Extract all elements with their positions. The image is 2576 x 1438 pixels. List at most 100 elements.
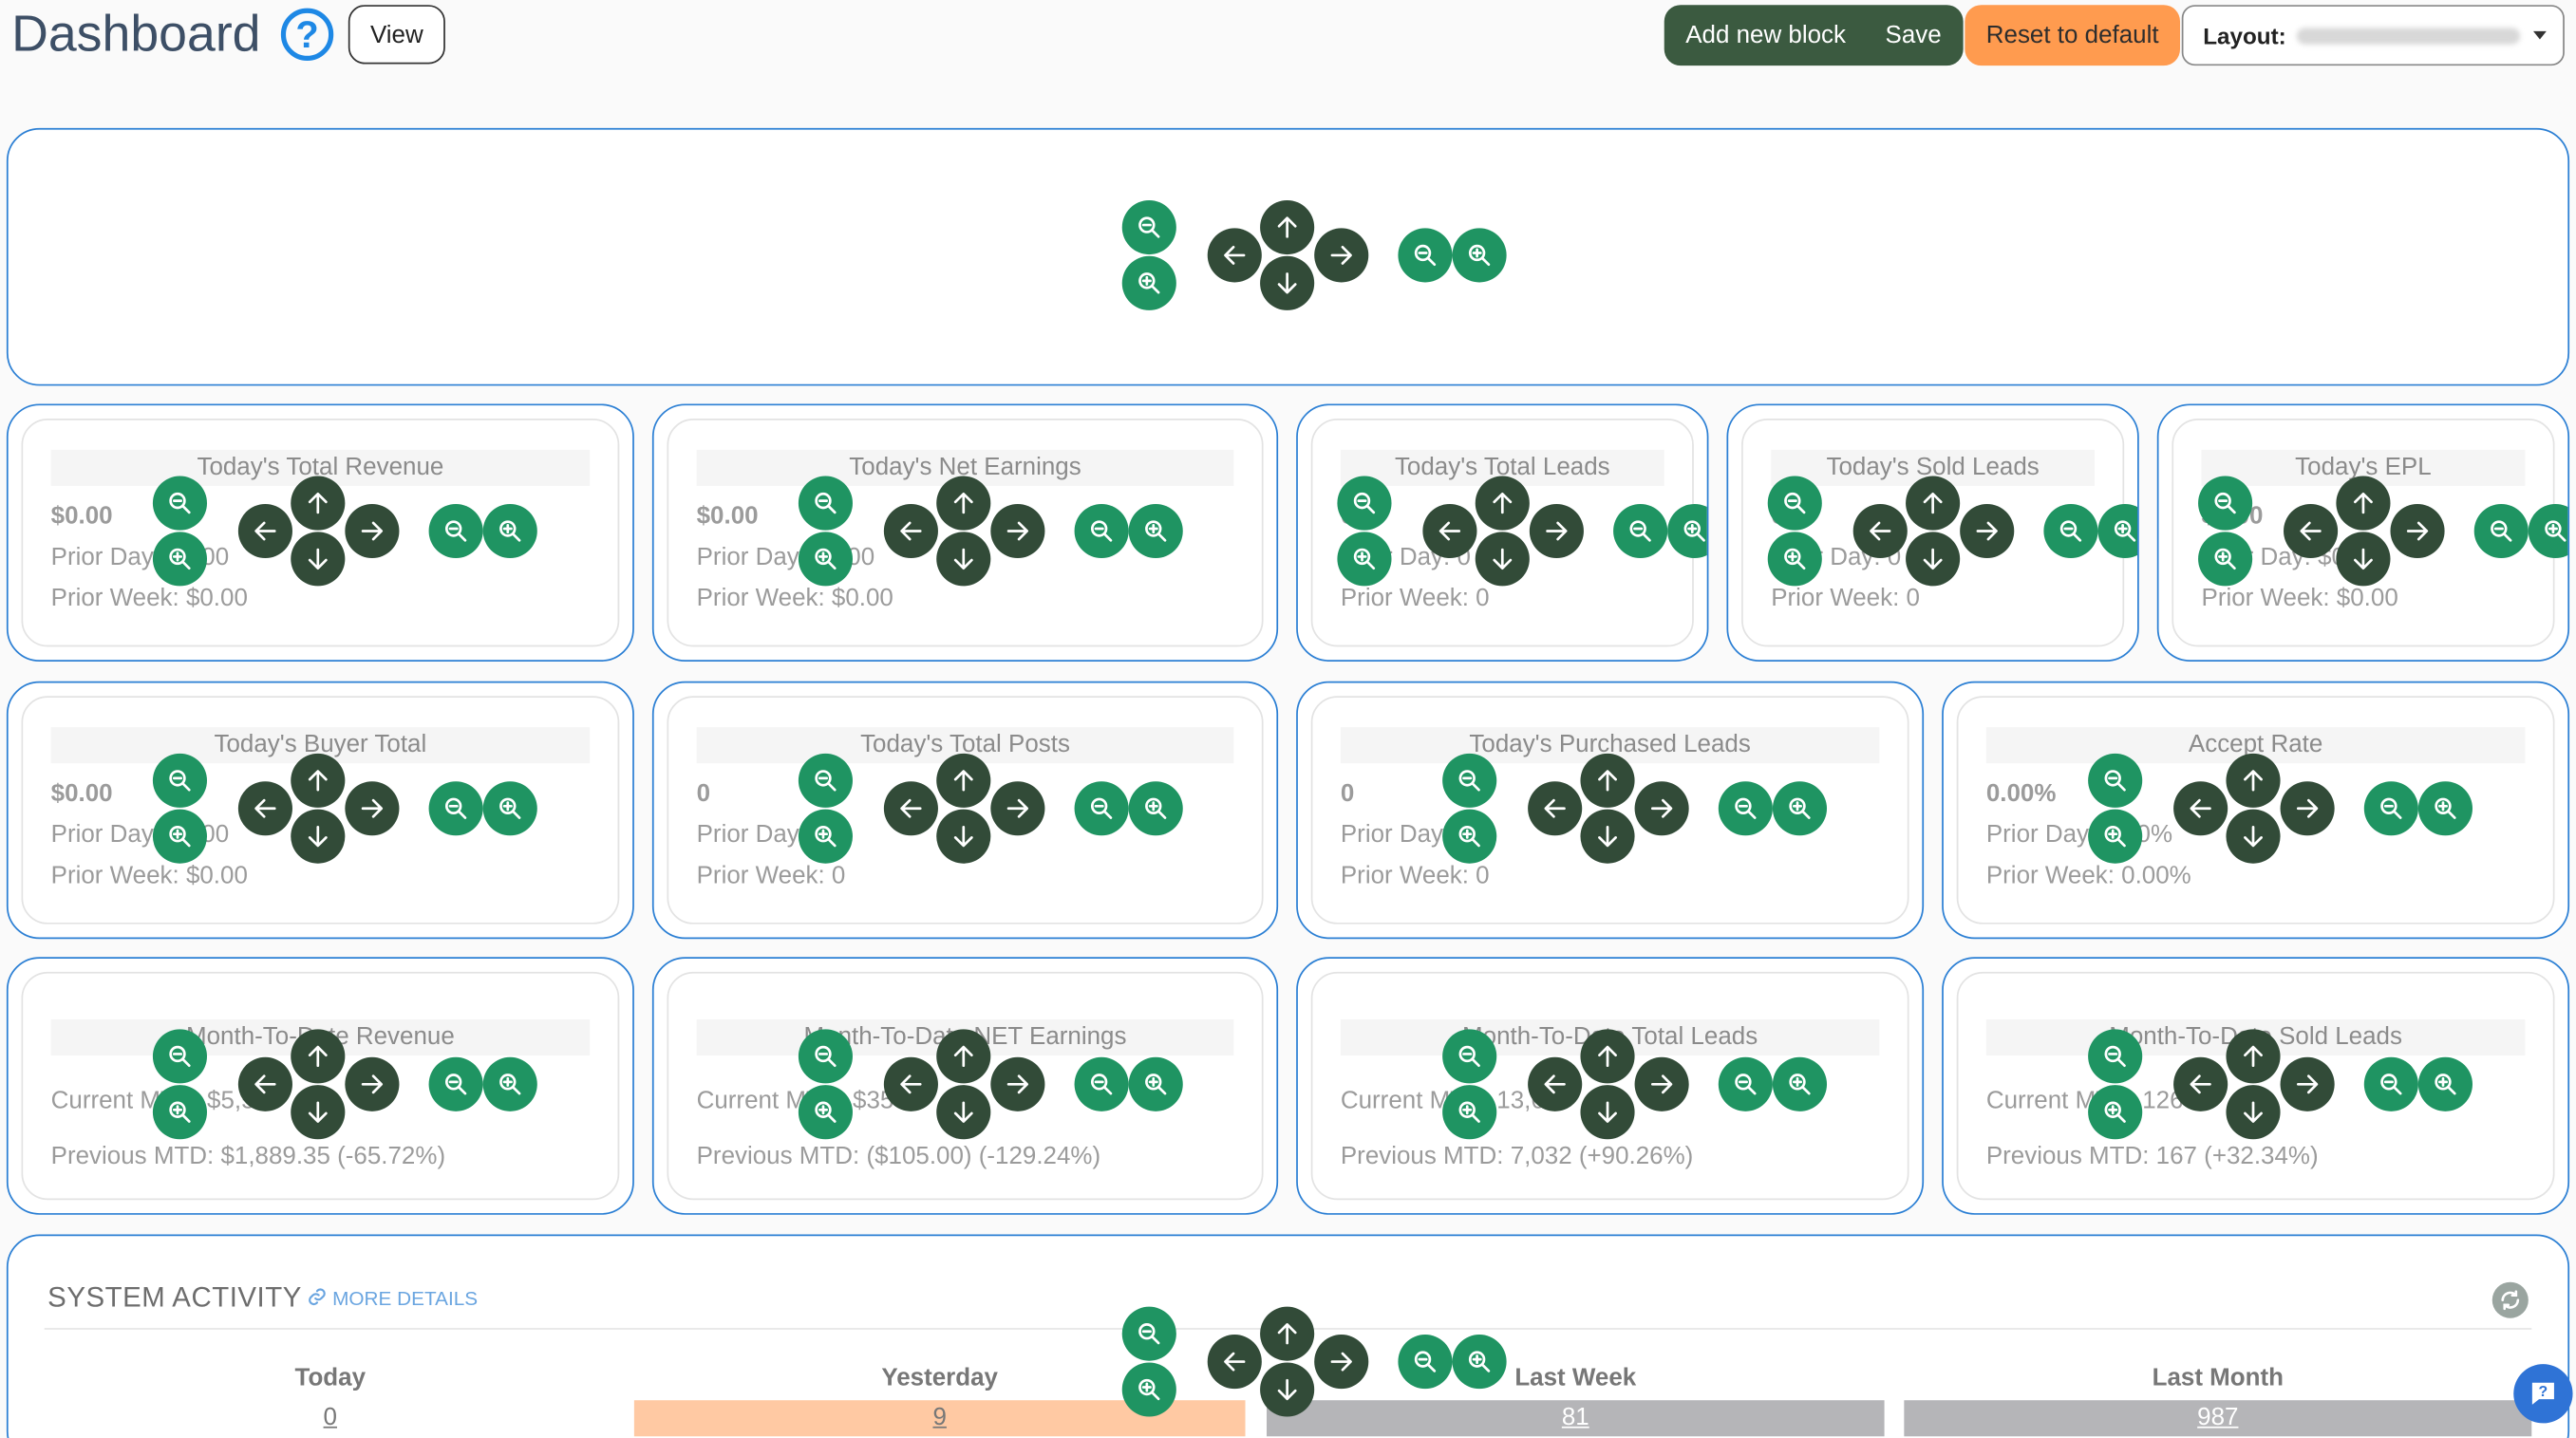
more-details-link[interactable]: MORE DETAILS <box>308 1287 478 1310</box>
move-down-button[interactable] <box>936 809 991 864</box>
zoom-out-button[interactable] <box>152 753 208 808</box>
shrink-width-button[interactable] <box>428 781 483 836</box>
zoom-out-button[interactable] <box>1337 476 1392 531</box>
card-mtd-revenue[interactable]: Month-To-Date Revenue Current MTD: $5,5 … <box>6 957 634 1215</box>
save-button[interactable]: Save <box>1866 21 1962 48</box>
move-down-button[interactable] <box>2226 1085 2281 1140</box>
move-right-button[interactable] <box>2280 1056 2335 1111</box>
card-total-leads[interactable]: Today's Total Leads 0 Prior Day: 0 Prior… <box>1296 403 1709 662</box>
shrink-width-button[interactable] <box>1074 503 1129 559</box>
add-new-block-button[interactable]: Add new block <box>1664 21 1866 48</box>
move-down-button[interactable] <box>2336 532 2391 587</box>
dashboard-block-top[interactable] <box>6 127 2570 386</box>
zoom-in-button[interactable] <box>2088 809 2143 864</box>
card-accept-rate[interactable]: Accept Rate 0.00% Prior Day: 0.00% Prior… <box>1942 681 2570 940</box>
zoom-in-button[interactable] <box>1337 532 1392 587</box>
move-right-button[interactable] <box>1634 781 1689 836</box>
move-right-button[interactable] <box>990 503 1045 559</box>
view-button[interactable]: View <box>348 5 445 65</box>
zoom-in-button[interactable] <box>152 809 208 864</box>
shrink-width-button[interactable] <box>2363 1056 2418 1111</box>
move-up-button[interactable] <box>1580 1029 1635 1084</box>
layout-select[interactable]: Layout: <box>2181 5 2565 66</box>
zoom-in-button[interactable] <box>1442 1085 1497 1140</box>
grow-width-button[interactable] <box>2528 503 2568 559</box>
shrink-width-button[interactable] <box>1074 781 1129 836</box>
move-up-button[interactable] <box>1260 1306 1315 1361</box>
zoom-out-button[interactable] <box>1442 753 1497 808</box>
zoom-in-button[interactable] <box>798 1085 853 1140</box>
help-chat-icon[interactable]: ? <box>2513 1364 2573 1424</box>
grow-width-button[interactable] <box>1772 1056 1828 1111</box>
card-mtd-sold-leads[interactable]: Month-To-Date Sold Leads Current MTD: 12… <box>1942 957 2570 1215</box>
zoom-in-button[interactable] <box>1121 1362 1176 1417</box>
zoom-in-button[interactable] <box>798 532 853 587</box>
card-purchased-leads[interactable]: Today's Purchased Leads 0 Prior Day: 0 P… <box>1296 681 1925 940</box>
move-down-button[interactable] <box>936 532 991 587</box>
move-down-button[interactable] <box>1580 809 1635 864</box>
move-left-button[interactable] <box>1528 1056 1583 1111</box>
card-mtd-net-earnings[interactable]: Month-To-Date NET Earnings Current MTD: … <box>651 957 1279 1215</box>
move-up-button[interactable] <box>936 476 991 531</box>
zoom-out-button[interactable] <box>2198 476 2253 531</box>
move-up-button[interactable] <box>291 753 346 808</box>
zoom-out-button[interactable] <box>2088 753 2143 808</box>
move-right-button[interactable] <box>2390 503 2445 559</box>
move-left-button[interactable] <box>883 1056 938 1111</box>
move-right-button[interactable] <box>1314 228 1369 283</box>
grow-width-button[interactable] <box>1452 228 1507 283</box>
move-up-button[interactable] <box>1475 476 1530 531</box>
move-left-button[interactable] <box>1852 503 1908 559</box>
activity-col-value[interactable]: 987 <box>1904 1400 2532 1437</box>
card-net-earnings[interactable]: Today's Net Earnings $0.00 Prior Day: $0… <box>651 403 1279 662</box>
move-up-button[interactable] <box>2336 476 2391 531</box>
move-left-button[interactable] <box>883 781 938 836</box>
move-down-button[interactable] <box>2226 809 2281 864</box>
shrink-width-button[interactable] <box>2363 781 2418 836</box>
shrink-width-button[interactable] <box>1398 1335 1453 1390</box>
zoom-in-button[interactable] <box>1121 255 1176 310</box>
card-total-posts[interactable]: Today's Total Posts 0 Prior Day: 0 Prior… <box>651 681 1279 940</box>
zoom-in-button[interactable] <box>1442 809 1497 864</box>
move-right-button[interactable] <box>345 1056 400 1111</box>
move-up-button[interactable] <box>1906 476 1961 531</box>
move-down-button[interactable] <box>291 809 346 864</box>
move-up-button[interactable] <box>936 1029 991 1084</box>
move-left-button[interactable] <box>237 503 292 559</box>
move-left-button[interactable] <box>1207 228 1262 283</box>
move-left-button[interactable] <box>237 781 292 836</box>
zoom-in-button[interactable] <box>152 532 208 587</box>
grow-width-button[interactable] <box>2417 781 2473 836</box>
refresh-icon[interactable] <box>2491 1281 2529 1318</box>
move-right-button[interactable] <box>1634 1056 1689 1111</box>
grow-width-button[interactable] <box>1128 503 1183 559</box>
grow-width-button[interactable] <box>482 1056 537 1111</box>
move-right-button[interactable] <box>990 1056 1045 1111</box>
zoom-in-button[interactable] <box>152 1085 208 1140</box>
move-left-button[interactable] <box>2173 1056 2228 1111</box>
shrink-width-button[interactable] <box>1398 228 1453 283</box>
move-up-button[interactable] <box>936 753 991 808</box>
move-up-button[interactable] <box>2226 753 2281 808</box>
shrink-width-button[interactable] <box>428 1056 483 1111</box>
zoom-in-button[interactable] <box>2088 1085 2143 1140</box>
reset-to-default-button[interactable]: Reset to default <box>1965 5 2181 66</box>
move-down-button[interactable] <box>1260 1362 1315 1417</box>
activity-col-value[interactable]: 0 <box>47 1400 612 1436</box>
shrink-width-button[interactable] <box>428 503 483 559</box>
move-right-button[interactable] <box>345 503 400 559</box>
grow-width-button[interactable] <box>1772 781 1828 836</box>
help-icon[interactable]: ? <box>280 8 334 61</box>
move-right-button[interactable] <box>1960 503 2015 559</box>
grow-width-button[interactable] <box>1452 1335 1507 1390</box>
move-right-button[interactable] <box>990 781 1045 836</box>
zoom-out-button[interactable] <box>1121 199 1176 255</box>
move-down-button[interactable] <box>936 1085 991 1140</box>
zoom-out-button[interactable] <box>798 476 853 531</box>
move-down-button[interactable] <box>1580 1085 1635 1140</box>
grow-width-button[interactable] <box>1667 503 1707 559</box>
move-up-button[interactable] <box>291 476 346 531</box>
zoom-out-button[interactable] <box>1442 1029 1497 1084</box>
move-up-button[interactable] <box>291 1029 346 1084</box>
shrink-width-button[interactable] <box>2473 503 2529 559</box>
